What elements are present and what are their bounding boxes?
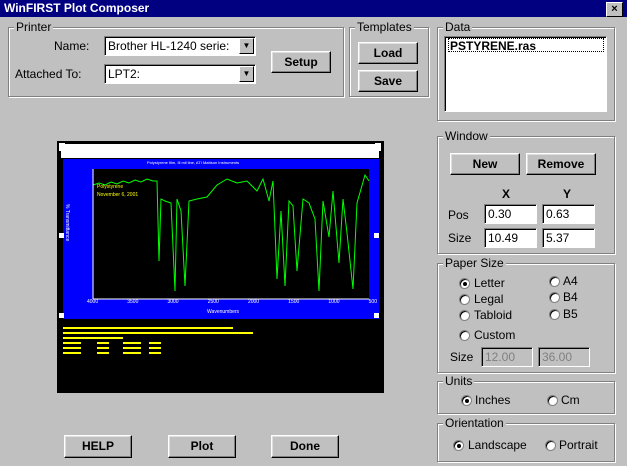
custom-width-field[interactable]: 12.00: [481, 347, 533, 367]
radio-icon[interactable]: [459, 330, 470, 341]
paper-size-group-label: Paper Size: [443, 256, 506, 270]
pos-x-field[interactable]: 0.30: [484, 204, 537, 224]
paper-option-a4[interactable]: A4: [549, 274, 599, 288]
orientation-option-label: Portrait: [559, 438, 598, 452]
save-button[interactable]: Save: [358, 70, 418, 92]
radio-icon[interactable]: [549, 276, 560, 287]
units-group-label: Units: [443, 374, 475, 388]
window-title: WinFIRST Plot Composer: [4, 1, 150, 15]
units-option-inches[interactable]: Inches: [461, 393, 531, 407]
paper-option-label: Legal: [474, 292, 504, 306]
x-tick: 3500: [127, 299, 139, 305]
new-window-button[interactable]: New: [450, 153, 520, 175]
size-x-field[interactable]: 10.49: [484, 228, 537, 248]
orientation-option-portrait[interactable]: Portrait: [545, 438, 609, 452]
preview-plot-title: Polystyrene film, Ill mil line, ATI Matt…: [147, 160, 240, 165]
preview-x-ticks: 4000 3500 3000 2500 2000 1500 1000 500: [87, 299, 377, 305]
list-item[interactable]: PSTYRENE.ras: [448, 38, 604, 53]
radio-icon[interactable]: [459, 294, 470, 305]
templates-group-label: Templates: [355, 20, 414, 34]
x-tick: 1500: [288, 299, 300, 305]
data-list[interactable]: PSTYRENE.ras: [444, 36, 607, 112]
size-label: Size: [448, 231, 472, 245]
attached-to-label: Attached To:: [15, 67, 82, 81]
preview-date-label: November 6, 2001: [97, 192, 139, 198]
pos-label: Pos: [448, 208, 469, 222]
chevron-down-icon[interactable]: ▼: [239, 38, 254, 54]
paper-option-custom[interactable]: Custom: [459, 328, 529, 342]
x-tick: 4000: [87, 299, 99, 305]
setup-button[interactable]: Setup: [271, 51, 331, 73]
y-column-header: Y: [563, 187, 572, 201]
window-titlebar: WinFIRST Plot Composer: [0, 0, 627, 17]
custom-height-field[interactable]: 36.00: [538, 347, 590, 367]
paper-option-tabloid[interactable]: Tabloid: [459, 308, 529, 322]
x-tick: 1000: [328, 299, 340, 305]
x-tick: 500: [368, 299, 377, 305]
size-y-field[interactable]: 5.37: [542, 228, 595, 248]
radio-icon[interactable]: [547, 395, 558, 406]
preview-y-axis-label: % Transmittance: [64, 204, 70, 242]
pos-y-field[interactable]: 0.63: [542, 204, 595, 224]
radio-icon[interactable]: [459, 310, 470, 321]
printer-name-value: Brother HL-1240 serie:: [108, 39, 230, 53]
attached-to-combo[interactable]: LPT2: ▼: [104, 64, 256, 84]
chevron-down-icon[interactable]: ▼: [239, 66, 254, 82]
paper-option-label: B5: [563, 307, 578, 321]
remove-window-button[interactable]: Remove: [526, 153, 596, 175]
units-option-label: Inches: [475, 393, 511, 407]
orientation-option-label: Landscape: [468, 438, 527, 452]
printer-group-label: Printer: [14, 20, 54, 34]
preview-canvas: [57, 141, 384, 393]
paper-option-legal[interactable]: Legal: [459, 292, 529, 306]
load-button[interactable]: Load: [358, 42, 418, 64]
attached-to-value: LPT2:: [108, 67, 141, 81]
printer-name-combo[interactable]: Brother HL-1240 serie: ▼: [104, 36, 256, 56]
paper-option-label: Custom: [474, 328, 516, 342]
paper-option-label: Letter: [474, 276, 505, 290]
paper-option-b4[interactable]: B4: [549, 290, 599, 304]
orientation-option-landscape[interactable]: Landscape: [453, 438, 539, 452]
x-tick: 3000: [167, 299, 179, 305]
x-tick: 2500: [207, 299, 219, 305]
paper-option-label: A4: [563, 274, 578, 288]
paper-option-b5[interactable]: B5: [549, 307, 599, 321]
radio-icon[interactable]: [549, 292, 560, 303]
radio-icon[interactable]: [459, 278, 470, 289]
done-button[interactable]: Done: [271, 435, 339, 458]
printer-name-label: Name:: [54, 39, 90, 53]
paper-option-label: B4: [563, 290, 578, 304]
radio-icon[interactable]: [549, 309, 560, 320]
plot-button[interactable]: Plot: [168, 435, 236, 458]
radio-icon[interactable]: [453, 440, 464, 451]
units-option-cm[interactable]: Cm: [547, 393, 597, 407]
x-column-header: X: [502, 187, 511, 201]
preview-x-axis-label: Wavenumbers: [207, 309, 240, 315]
paper-option-letter[interactable]: Letter: [459, 276, 529, 290]
paper-option-label: Tabloid: [474, 308, 513, 322]
plot-preview[interactable]: Polystyrene film, Ill mil line, ATI Matt…: [57, 141, 384, 393]
preview-sample-label: Polystyrene: [97, 184, 124, 190]
data-group-label: Data: [443, 20, 473, 34]
custom-size-label: Size: [450, 350, 474, 364]
radio-icon[interactable]: [461, 395, 472, 406]
help-button[interactable]: HELP: [64, 435, 132, 458]
orientation-group-label: Orientation: [443, 416, 506, 430]
radio-icon[interactable]: [545, 440, 556, 451]
x-tick: 2000: [247, 299, 260, 305]
units-option-label: Cm: [561, 393, 580, 407]
window-group-label: Window: [443, 129, 490, 143]
close-icon[interactable]: ×: [606, 2, 623, 17]
